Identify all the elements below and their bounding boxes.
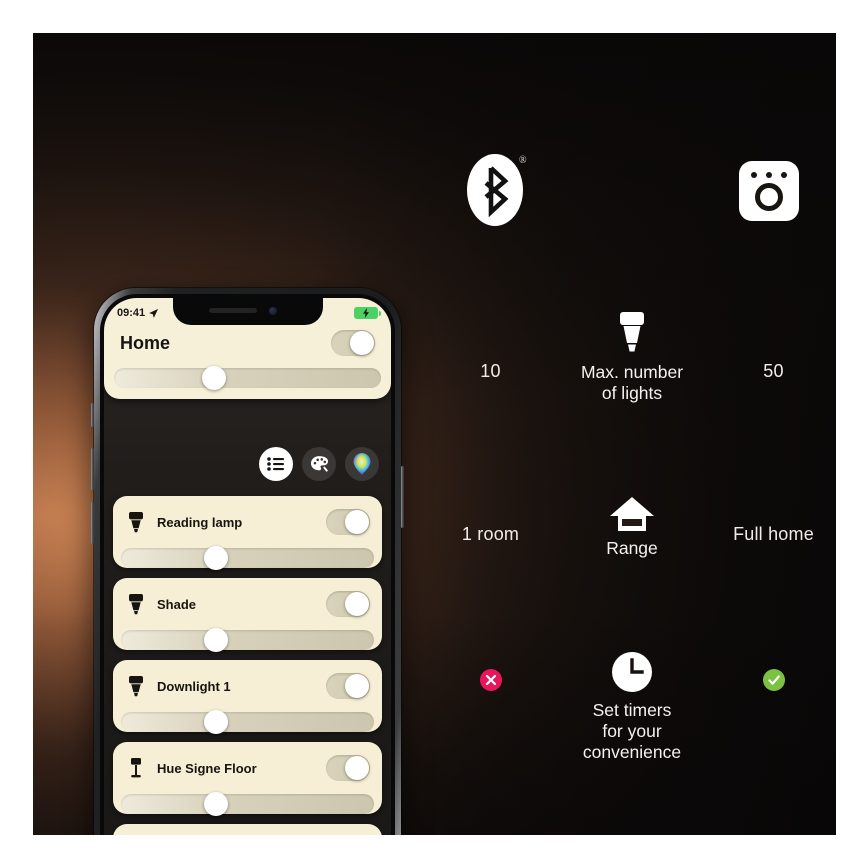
light-card-header: Hue Signe Floor (113, 751, 382, 785)
light-brightness-knob[interactable] (204, 628, 229, 652)
light-toggle[interactable] (326, 673, 370, 699)
home-brightness-slider[interactable] (114, 366, 381, 390)
floor-lamp-icon (125, 757, 147, 779)
light-brightness-slider[interactable] (121, 792, 374, 816)
light-name: Hue Signe Floor (157, 760, 257, 776)
light-card-header: Hue Flourish (113, 833, 382, 835)
bridge-ring (755, 183, 783, 211)
light-brightness-slider[interactable] (121, 628, 374, 652)
light-toggle-knob (345, 756, 369, 780)
bluetooth-glyph (484, 166, 509, 218)
tab-lights[interactable] (259, 447, 293, 481)
bluetooth-logo-icon: ® (467, 154, 527, 226)
light-toggle-knob (345, 510, 369, 534)
charging-bolt-icon (363, 308, 369, 318)
row-max-lights-right-value: 50 (763, 361, 784, 381)
light-toggle[interactable] (326, 509, 370, 535)
light-brightness-knob[interactable] (204, 792, 229, 816)
house-icon (610, 497, 654, 531)
check-glyph (767, 675, 780, 685)
hue-bridge-icon (739, 161, 799, 221)
list-item[interactable]: Hue Signe Floor (113, 742, 382, 816)
check-badge-icon (762, 669, 785, 691)
status-bar-time: 09:41 (117, 307, 146, 319)
light-bulb-icon (620, 312, 644, 352)
home-card-header: Home (104, 324, 391, 356)
phone-silent-switch[interactable] (91, 403, 94, 427)
row-range-right-value: Full home (733, 524, 814, 544)
home-title: Home (120, 332, 171, 353)
registered-trademark-mark: ® (519, 155, 527, 166)
hue-comparison-panel: ® 10 Max. number of lights 50 1 room Ran… (33, 33, 836, 835)
bulb-icon (125, 593, 147, 615)
light-card-header: Reading lamp (113, 505, 382, 539)
cross-badge-icon (479, 669, 502, 691)
list-item[interactable]: Downlight 1 (113, 660, 382, 734)
row-range-caption: Range (606, 538, 658, 558)
phone-volume-up-button[interactable] (91, 448, 94, 490)
location-arrow-icon (149, 308, 159, 318)
battery-charging-icon (354, 307, 381, 319)
home-toggle-knob (350, 331, 374, 355)
row-timers-left-badge-wrap (428, 669, 553, 696)
row-timers-caption-line2: for your (602, 721, 662, 741)
phone-mockup: Home 09:41 Reading lamp Shade Downlight … (88, 288, 408, 835)
row-timers-caption-line1: Set timers (592, 700, 672, 720)
light-brightness-slider[interactable] (121, 546, 374, 570)
earpiece-speaker (208, 308, 257, 313)
light-card-header: Shade (113, 587, 382, 621)
light-toggle[interactable] (326, 755, 370, 781)
row-timers-right-badge-wrap (711, 669, 836, 696)
light-card-header: Downlight 1 (113, 669, 382, 703)
row-max-lights-center: Max. number of lights (561, 309, 703, 404)
row-timers-caption-line3: convenience (582, 742, 682, 762)
screenshot-stage: ® 10 Max. number of lights 50 1 room Ran… (0, 0, 868, 868)
list-item[interactable]: Shade (113, 578, 382, 652)
tab-scenes[interactable] (302, 447, 336, 481)
row-range-left-value: 1 room (461, 524, 520, 544)
home-brightness-knob[interactable] (202, 366, 227, 390)
light-name: Downlight 1 (157, 678, 231, 694)
tab-colors[interactable] (345, 447, 379, 481)
status-bar-time-group: 09:41 (117, 307, 159, 319)
light-brightness-slider[interactable] (121, 710, 374, 734)
list-item[interactable]: Reading lamp (113, 496, 382, 570)
clock-icon (612, 652, 652, 692)
bulb-icon (125, 511, 147, 533)
phone-notch (172, 298, 323, 325)
list-icon (267, 457, 284, 471)
bridge-dot-2 (766, 172, 772, 178)
list-item[interactable]: Hue Flourish (113, 824, 382, 835)
light-name: Reading lamp (157, 514, 243, 530)
row-max-lights-caption-line1: Max. number (580, 362, 684, 382)
light-list: Reading lamp Shade Downlight 1 Hue Signe… (113, 496, 382, 835)
phone-screen: Home 09:41 Reading lamp Shade Downlight … (104, 298, 391, 835)
light-brightness-knob[interactable] (204, 546, 229, 570)
palette-icon (310, 456, 328, 472)
cross-glyph (485, 674, 496, 686)
row-max-lights-left-value: 10 (480, 361, 501, 381)
light-toggle-knob (345, 592, 369, 616)
view-tabs (259, 447, 379, 481)
light-toggle-knob (345, 674, 369, 698)
light-brightness-knob[interactable] (204, 710, 229, 734)
bridge-dot-1 (751, 172, 757, 178)
color-picker-icon (353, 453, 371, 475)
bulb-icon (125, 675, 147, 697)
light-name: Shade (157, 596, 197, 612)
front-camera (268, 307, 277, 315)
row-range-center: Range (561, 495, 703, 559)
light-toggle[interactable] (326, 591, 370, 617)
bridge-dot-3 (781, 172, 787, 178)
home-toggle[interactable] (331, 330, 375, 356)
row-max-lights-caption-line2: of lights (601, 383, 663, 403)
row-timers-center: Set timers for your convenience (561, 651, 703, 763)
phone-power-button[interactable] (401, 466, 404, 528)
phone-volume-down-button[interactable] (91, 502, 94, 544)
